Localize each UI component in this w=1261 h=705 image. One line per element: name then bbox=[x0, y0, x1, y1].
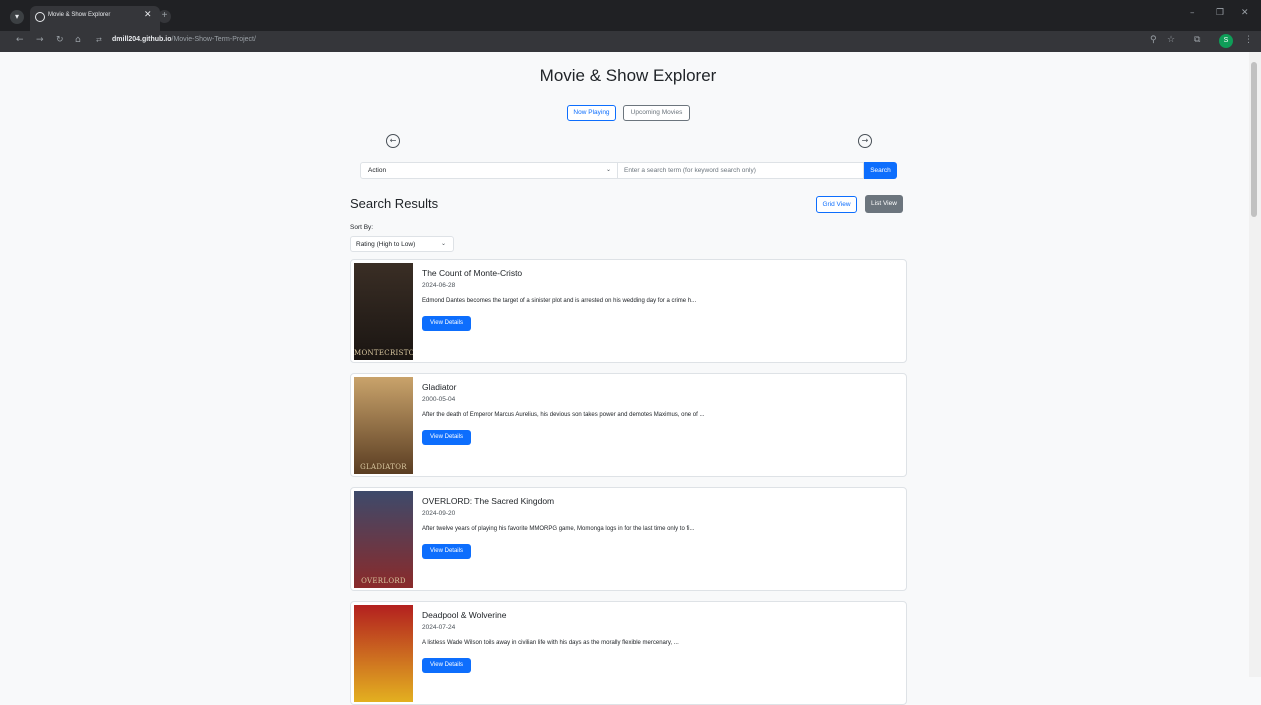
restore-icon[interactable]: ❐ bbox=[1216, 8, 1224, 18]
zoom-icon[interactable]: ⚲ bbox=[1150, 35, 1157, 45]
arrow-left-icon[interactable]: ← bbox=[386, 134, 400, 148]
bookmark-star-icon[interactable]: ☆ bbox=[1167, 35, 1175, 45]
sort-value: Rating (High to Low) bbox=[356, 241, 416, 248]
home-icon[interactable]: ⌂ bbox=[75, 35, 81, 45]
movie-poster[interactable]: MONTECRISTO bbox=[354, 263, 413, 360]
movie-description: After the death of Emperor Marcus Aureli… bbox=[422, 412, 705, 418]
upcoming-movies-button[interactable]: Upcoming Movies bbox=[623, 105, 690, 121]
profile-avatar[interactable]: S bbox=[1219, 34, 1233, 48]
close-window-icon[interactable]: ✕ bbox=[1241, 8, 1249, 18]
close-icon[interactable]: ✕ bbox=[144, 10, 152, 20]
movie-poster[interactable] bbox=[354, 605, 413, 702]
tab-search-icon[interactable]: ▾ bbox=[10, 10, 24, 24]
minimize-icon[interactable]: – bbox=[1190, 8, 1195, 18]
forward-icon[interactable]: → bbox=[36, 35, 44, 45]
reload-icon[interactable]: ↻ bbox=[56, 35, 64, 45]
movie-date: 2024-07-24 bbox=[422, 624, 456, 631]
movie-card: GLADIATOR Gladiator 2000-05-04 After the… bbox=[350, 373, 907, 477]
browser-chrome: ▾ Movie & Show Explorer ✕ + – ❐ ✕ ← → ↻ … bbox=[0, 0, 1261, 52]
page-title: Movie & Show Explorer bbox=[539, 66, 717, 85]
url-path: /Movie-Show-Term-Project/ bbox=[171, 36, 256, 43]
movie-poster[interactable]: OVERLORD bbox=[354, 491, 413, 588]
poster-title-art: GLADIATOR bbox=[360, 463, 407, 471]
site-info-icon[interactable]: ⇄ bbox=[96, 36, 102, 44]
grid-view-button[interactable]: Grid View bbox=[816, 196, 857, 213]
now-playing-button[interactable]: Now Playing bbox=[567, 105, 616, 121]
movie-card: Deadpool & Wolverine 2024-07-24 A listle… bbox=[350, 601, 907, 705]
chevron-down-icon: ⌄ bbox=[441, 241, 447, 247]
back-icon[interactable]: ← bbox=[16, 35, 24, 45]
movie-card: MONTECRISTO The Count of Monte-Cristo 20… bbox=[350, 259, 907, 363]
movie-title: OVERLORD: The Sacred Kingdom bbox=[422, 496, 555, 506]
genre-value: Action bbox=[368, 167, 387, 174]
movie-poster[interactable]: GLADIATOR bbox=[354, 377, 413, 474]
browser-tab[interactable]: Movie & Show Explorer ✕ bbox=[30, 6, 160, 31]
movie-card: OVERLORD OVERLORD: The Sacred Kingdom 20… bbox=[350, 487, 907, 591]
view-details-button[interactable]: View Details bbox=[422, 430, 471, 445]
poster-title-art: OVERLORD bbox=[361, 577, 406, 585]
globe-icon bbox=[35, 12, 45, 22]
movie-title: Deadpool & Wolverine bbox=[422, 610, 507, 620]
view-details-button[interactable]: View Details bbox=[422, 544, 471, 559]
arrow-right-icon[interactable]: → bbox=[858, 134, 872, 148]
search-input[interactable]: Enter a search term (for keyword search … bbox=[618, 162, 864, 179]
list-view-button[interactable]: List View bbox=[865, 195, 903, 213]
movie-description: After twelve years of playing his favori… bbox=[422, 526, 695, 532]
movie-date: 2024-09-20 bbox=[422, 510, 456, 517]
genre-select[interactable]: Action ⌄ bbox=[360, 162, 618, 179]
address-bar[interactable]: dmill204.github.io/Movie-Show-Term-Proje… bbox=[112, 36, 256, 43]
movie-date: 2000-05-04 bbox=[422, 396, 456, 403]
sort-label: Sort By: bbox=[350, 224, 374, 231]
menu-icon[interactable]: ⋮ bbox=[1244, 35, 1253, 45]
poster-title-art: MONTECRISTO bbox=[354, 349, 413, 357]
search-placeholder: Enter a search term (for keyword search … bbox=[624, 167, 756, 174]
movie-title: Gladiator bbox=[422, 382, 457, 392]
tab-title: Movie & Show Explorer bbox=[48, 12, 111, 18]
new-tab-button[interactable]: + bbox=[158, 10, 171, 23]
movie-date: 2024-06-28 bbox=[422, 282, 456, 289]
browser-toolbar: ← → ↻ ⌂ ⇄ dmill204.github.io/Movie-Show-… bbox=[0, 31, 1261, 52]
tab-bar: ▾ Movie & Show Explorer ✕ + – ❐ ✕ bbox=[0, 0, 1261, 31]
view-details-button[interactable]: View Details bbox=[422, 316, 471, 331]
movie-title: The Count of Monte-Cristo bbox=[422, 268, 523, 278]
view-details-button[interactable]: View Details bbox=[422, 658, 471, 673]
url-host: dmill204.github.io bbox=[112, 36, 172, 43]
extensions-icon[interactable]: ⧉ bbox=[1194, 35, 1200, 45]
search-button[interactable]: Search bbox=[864, 162, 897, 179]
chevron-down-icon: ⌄ bbox=[606, 167, 612, 173]
sort-select[interactable]: Rating (High to Low) ⌄ bbox=[350, 236, 454, 252]
movie-description: Edmond Dantes becomes the target of a si… bbox=[422, 298, 697, 304]
page-content: Movie & Show Explorer Now Playing Upcomi… bbox=[0, 52, 1249, 705]
scrollbar-thumb[interactable] bbox=[1251, 62, 1257, 217]
results-heading: Search Results bbox=[350, 196, 439, 211]
movie-description: A listless Wade Wilson toils away in civ… bbox=[422, 640, 679, 646]
